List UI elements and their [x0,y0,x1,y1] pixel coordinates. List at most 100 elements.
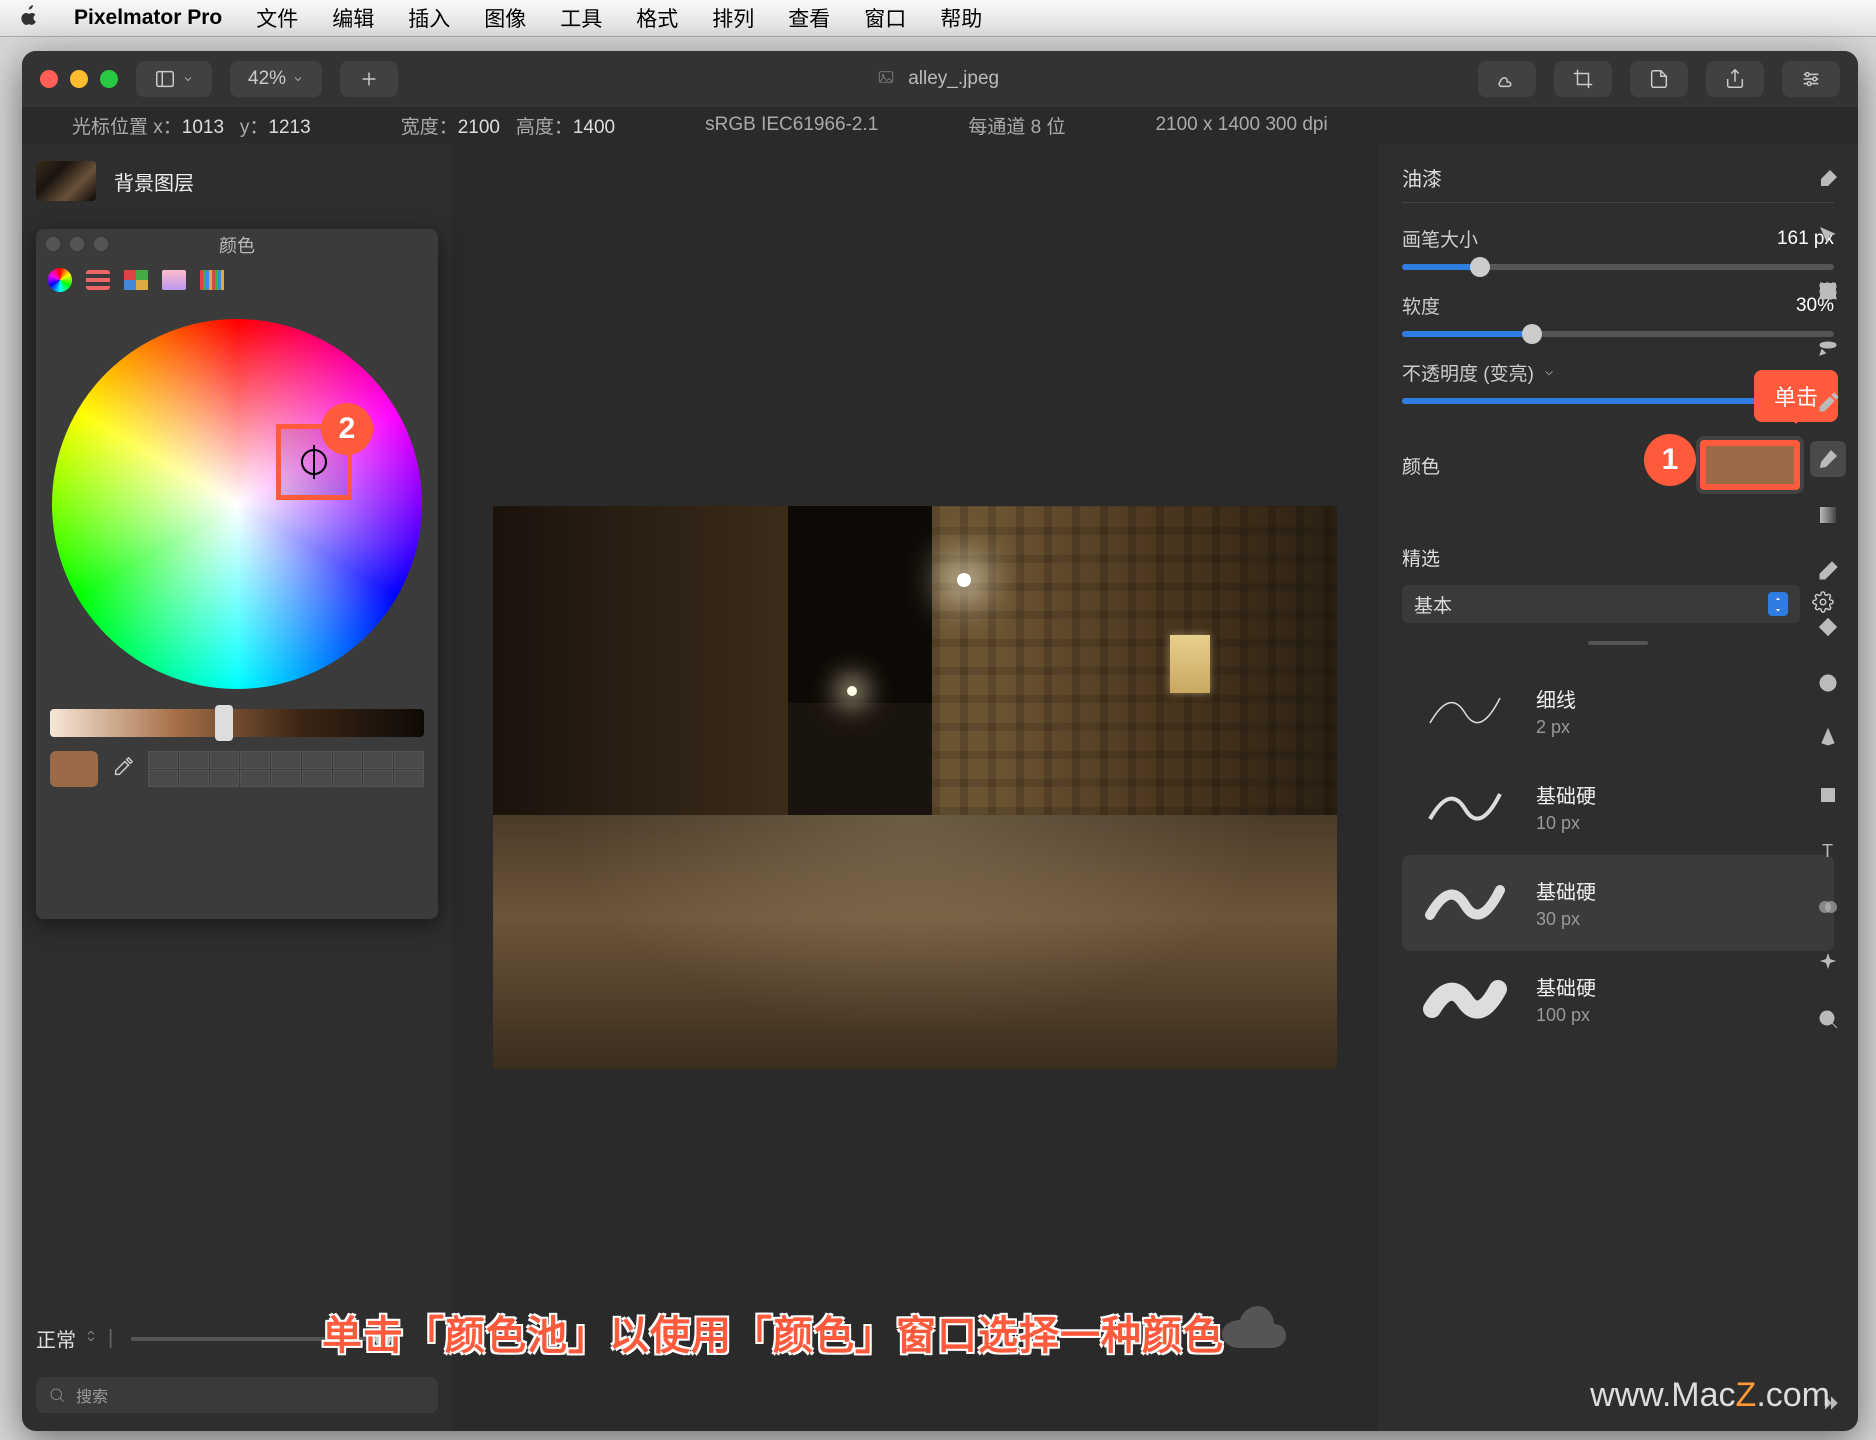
brush-preset-item[interactable]: 细线2 px [1402,663,1834,759]
color-picker-mode-tabs[interactable] [36,261,438,299]
zoom-value: 42% [248,68,286,90]
brightness-slider-knob[interactable] [215,705,233,741]
menu-edit[interactable]: 编辑 [332,3,374,33]
crop-button[interactable] [1554,61,1612,97]
search-icon [48,1386,66,1404]
menu-format[interactable]: 格式 [636,3,678,33]
softness-slider[interactable] [1402,331,1834,337]
apple-logo-icon [18,4,40,32]
watermark: www.MacZ.com [1590,1376,1830,1415]
share-button[interactable] [1706,61,1764,97]
document-icon [877,68,895,86]
paint-tool-icon[interactable] [1810,161,1846,197]
add-button[interactable] [340,61,398,97]
layer-row-background[interactable]: 背景图层 [36,157,438,205]
pen-tool-icon[interactable] [1810,721,1846,757]
menu-image[interactable]: 图像 [484,3,526,33]
arrow-tool-icon[interactable] [1810,217,1846,253]
window-toolbar: 42% alley_.jpeg [22,51,1858,107]
zoom-dropdown[interactable]: 42% [230,61,322,97]
color-wheel-cursor-callout: 2 [276,424,352,500]
drag-handle[interactable] [1588,641,1648,645]
brush-preset-button[interactable] [1478,61,1536,97]
heal-tool-icon[interactable] [1810,609,1846,645]
sidebar-toggle-button[interactable] [136,61,212,97]
color-swatch-grid[interactable] [148,751,424,787]
new-document-button[interactable] [1630,61,1688,97]
menu-tools[interactable]: 工具 [560,3,602,33]
filename: alley_.jpeg [908,68,999,89]
svg-text:T: T [1822,841,1833,861]
instruction-overlay: 单击「颜色池」以使用「颜色」窗口选择一种颜色 [322,1303,1224,1361]
lasso-tool-icon[interactable] [1810,329,1846,365]
sliders-tab-icon[interactable] [86,270,110,290]
callout-badge-2: 2 [321,403,373,455]
pencils-tab-icon[interactable] [200,270,224,290]
canvas-image [493,506,1337,1069]
eraser-tool-icon[interactable] [1810,553,1846,589]
color-well-button[interactable] [1700,440,1800,490]
chevron-updown-icon [1768,592,1788,616]
colors-popup-window[interactable]: 颜色 2 [36,229,438,919]
app-body: 背景图层 颜色 2 [22,143,1858,1431]
minimize-icon[interactable] [70,70,88,88]
settings-button[interactable] [1782,61,1840,97]
layer-name: 背景图层 [114,167,194,196]
eyedropper-tool-icon[interactable] [1810,385,1846,421]
chevron-down-icon [1542,366,1556,380]
eyedropper-icon[interactable] [112,756,134,783]
paint-panel-title: 油漆 [1402,163,1834,192]
status-infobar: 光标位置 x：1013 y：1213 宽度：2100 高度：1400 sRGB … [22,107,1858,143]
brush-preset-item[interactable]: 基础硬100 px [1402,951,1834,1047]
tool-rail: T [1802,161,1854,1421]
text-tool-icon[interactable]: T [1810,833,1846,869]
current-color-swatch[interactable] [50,751,98,787]
layers-panel: 背景图层 颜色 2 [22,143,452,1431]
color-adjust-tool-icon[interactable] [1810,889,1846,925]
colors-popup-title: 颜色 [36,229,438,261]
brush-size-label: 画笔大小 [1402,225,1478,252]
opacity-label[interactable]: 不透明度 (变亮) [1402,359,1556,386]
wheel-tab-icon[interactable] [48,268,72,292]
menu-view[interactable]: 查看 [788,3,830,33]
softness-label: 软度 [1402,292,1440,319]
menu-file[interactable]: 文件 [256,3,298,33]
search-placeholder: 搜索 [76,1383,108,1407]
menu-arrange[interactable]: 排列 [712,3,754,33]
brightness-slider[interactable] [50,709,424,737]
gradient-tool-icon[interactable] [1810,497,1846,533]
effects-tool-icon[interactable] [1810,945,1846,981]
popup-traffic-lights[interactable] [46,237,108,251]
chevron-updown-icon [84,1327,98,1351]
app-name[interactable]: Pixelmator Pro [74,6,222,30]
brush-preset-list: 细线2 px 基础硬10 px 基础硬30 px 基础硬100 px [1402,663,1834,1047]
shape-ellipse-tool-icon[interactable] [1810,665,1846,701]
callout-badge-1: 1 [1644,434,1696,486]
color-label: 颜色 [1402,452,1440,479]
shape-rect-tool-icon[interactable] [1810,777,1846,813]
menu-help[interactable]: 帮助 [940,3,982,33]
layer-thumbnail [36,161,96,201]
brush-size-slider[interactable] [1402,264,1834,270]
fullscreen-icon[interactable] [100,70,118,88]
menu-insert[interactable]: 插入 [408,3,450,33]
traffic-lights[interactable] [40,70,118,88]
close-icon[interactable] [40,70,58,88]
paint-panel: 油漆 画笔大小 161 px 软度 30% 不透明度 (变亮) 颜色 [1378,143,1858,1431]
app-window: 42% alley_.jpeg 光标位置 x：1013 y：1213 宽度：21… [22,51,1858,1431]
brush-tool-icon[interactable] [1810,441,1846,477]
blend-mode-select[interactable]: 正常 [36,1324,98,1353]
brush-preset-item[interactable]: 基础硬10 px [1402,759,1834,855]
macos-menubar: Pixelmator Pro 文件 编辑 插入 图像 工具 格式 排列 查看 窗… [0,0,1876,37]
palette-tab-icon[interactable] [124,270,148,290]
image-tab-icon[interactable] [162,270,186,290]
document-title: alley_.jpeg [416,68,1460,90]
brush-preset-item-selected[interactable]: 基础硬30 px [1402,855,1834,951]
layer-search-input[interactable]: 搜索 [36,1377,438,1413]
canvas-area[interactable] [452,143,1378,1431]
color-wheel[interactable]: 2 [52,319,422,689]
marquee-tool-icon[interactable] [1810,273,1846,309]
preset-group-select[interactable]: 基本 [1402,585,1800,623]
zoom-tool-icon[interactable] [1810,1001,1846,1037]
menu-window[interactable]: 窗口 [864,3,906,33]
